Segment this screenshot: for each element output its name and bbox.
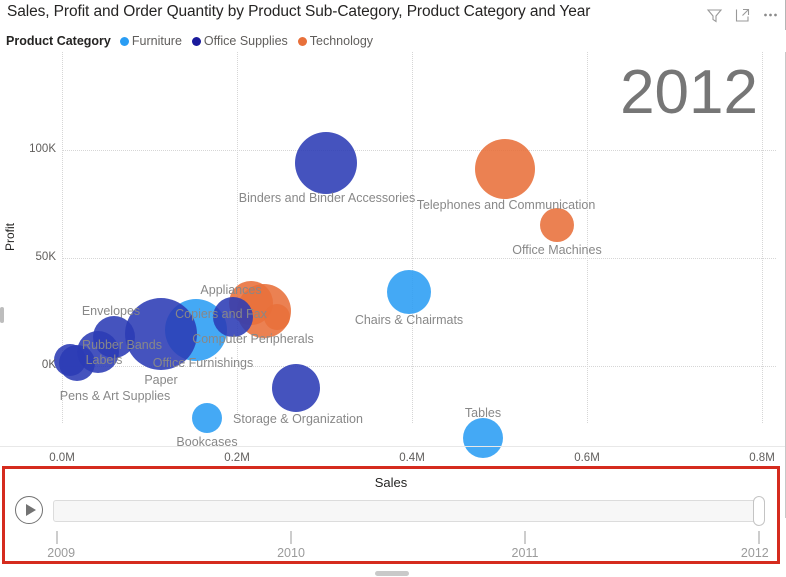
play-axis-panel[interactable]: Sales 2009 2010 2011 2012 xyxy=(2,466,780,564)
gridline-vertical xyxy=(237,52,238,423)
x-tick-label: 0.2M xyxy=(224,452,250,464)
visual-header: Sales, Profit and Order Quantity by Prod… xyxy=(0,0,786,30)
bubble-paper[interactable] xyxy=(125,298,197,370)
year-watermark: 2012 xyxy=(620,58,758,127)
bubble-telephones-and-communication[interactable] xyxy=(475,139,535,199)
year-tick-mark xyxy=(56,531,58,544)
x-tick-label: 0.6M xyxy=(574,452,600,464)
bubble-chairs-chairmats[interactable] xyxy=(387,270,431,314)
legend: Product Category Furniture Office Suppli… xyxy=(6,32,383,50)
legend-label-furniture: Furniture xyxy=(131,34,182,48)
year-tick-label[interactable]: 2010 xyxy=(277,546,305,560)
bubble-pens-art-supplies[interactable] xyxy=(54,344,86,376)
year-tick-label[interactable]: 2009 xyxy=(47,546,75,560)
year-tick-label[interactable]: 2012 xyxy=(741,546,769,560)
legend-swatch-office-supplies xyxy=(191,36,201,46)
bubble-bookcases[interactable] xyxy=(192,403,222,433)
bubble-office-machines[interactable] xyxy=(540,208,574,242)
bubble-label: Storage & Organization xyxy=(233,412,363,426)
legend-item-furniture[interactable]: Furniture xyxy=(119,34,182,48)
bubble-label: Chairs & Chairmats xyxy=(354,313,464,327)
gridline-horizontal xyxy=(62,150,776,151)
bubble-label: Paper xyxy=(144,373,178,387)
filter-icon[interactable] xyxy=(706,7,723,24)
bubble-tables[interactable] xyxy=(463,418,503,458)
year-tick-mark xyxy=(524,531,526,544)
bubble-copiers-and-fax-2[interactable] xyxy=(213,297,253,337)
gridline-vertical xyxy=(587,52,588,423)
bubble-label: Pens & Art Supplies xyxy=(59,389,171,403)
x-axis-line xyxy=(0,446,786,447)
vertical-scrollbar[interactable] xyxy=(0,307,4,323)
gridline-vertical xyxy=(412,52,413,423)
play-icon xyxy=(26,504,36,516)
x-tick-label: 0.4M xyxy=(399,452,425,464)
year-tick-label[interactable]: 2011 xyxy=(512,546,539,560)
page-title: Sales, Profit and Order Quantity by Prod… xyxy=(7,3,591,20)
year-tick-mark xyxy=(290,531,292,544)
timeline-slider-track[interactable] xyxy=(53,500,764,522)
x-tick-label: 0.8M xyxy=(749,452,775,464)
y-axis-title: Profit xyxy=(3,223,17,252)
gridline-horizontal xyxy=(62,258,776,259)
powerbi-visual-container: Sales, Profit and Order Quantity by Prod… xyxy=(0,0,786,577)
bubble-storage-organization[interactable] xyxy=(272,364,320,412)
legend-swatch-technology xyxy=(297,36,307,46)
horizontal-scrollbar[interactable] xyxy=(375,571,409,576)
gridline-vertical xyxy=(762,52,763,423)
legend-item-technology[interactable]: Technology xyxy=(297,34,374,48)
play-button[interactable] xyxy=(15,496,43,524)
bubble-label: Office Machines xyxy=(512,243,602,257)
legend-label-technology: Technology xyxy=(309,34,374,48)
y-tick-label: 100K xyxy=(29,143,56,155)
legend-swatch-furniture xyxy=(119,36,129,46)
year-tick-mark xyxy=(758,531,760,544)
more-options-icon[interactable] xyxy=(762,6,779,23)
legend-title: Product Category xyxy=(6,34,111,48)
legend-item-office-supplies[interactable]: Office Supplies xyxy=(191,34,288,48)
scatter-plot[interactable]: 2012 Binders and Binder Accessories Telep… xyxy=(0,52,786,466)
timeline-slider-thumb[interactable] xyxy=(753,496,765,526)
bubble-binders-and-binder-accessories[interactable] xyxy=(295,132,357,194)
bubble-label: Telephones and Communication xyxy=(416,198,596,212)
bubble-copiers-and-fax[interactable] xyxy=(264,304,290,330)
chart-plot-area[interactable]: 2012 Binders and Binder Accessories Telep… xyxy=(0,52,786,518)
y-tick-label: 0K xyxy=(41,359,56,371)
focus-mode-icon[interactable] xyxy=(734,7,751,24)
legend-label-office-supplies: Office Supplies xyxy=(203,34,288,48)
x-tick-label: 0.0M xyxy=(49,452,75,464)
play-axis-title: Sales xyxy=(374,475,408,490)
